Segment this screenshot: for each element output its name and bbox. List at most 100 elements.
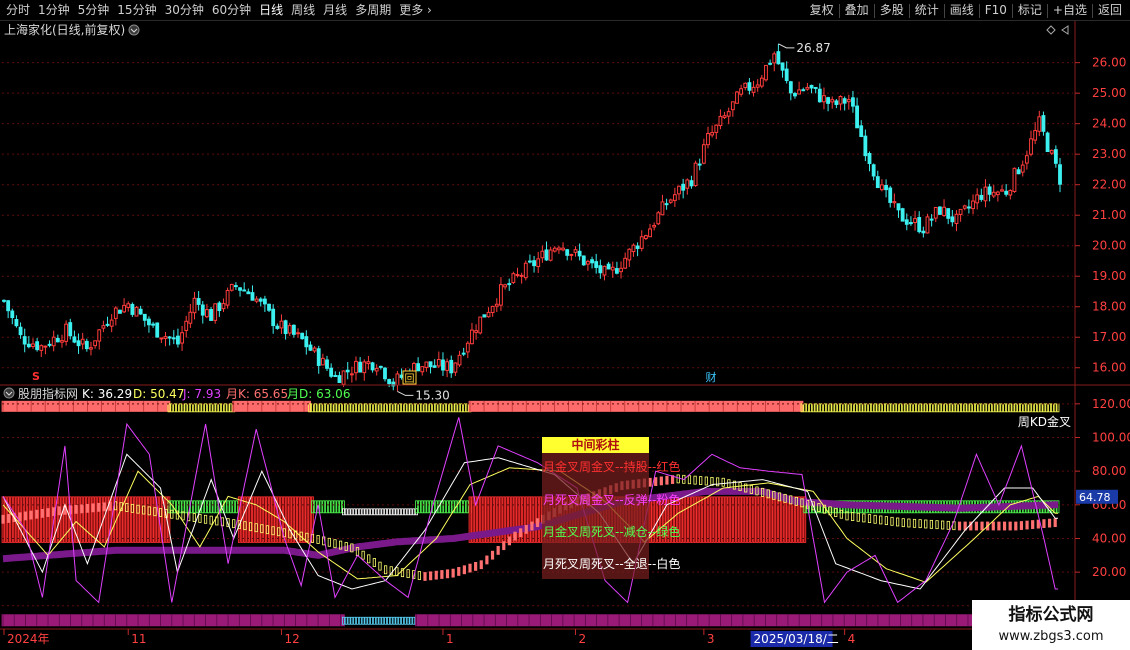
candle[interactable] — [84, 338, 89, 352]
candle[interactable] — [155, 322, 160, 338]
period-tab-9[interactable]: 多周期 — [351, 1, 395, 19]
candle[interactable] — [962, 204, 967, 211]
candle[interactable] — [759, 74, 764, 89]
candle[interactable] — [6, 300, 11, 319]
candle[interactable] — [540, 245, 545, 263]
candle[interactable] — [18, 322, 23, 339]
candle[interactable] — [652, 222, 657, 231]
candle[interactable] — [275, 323, 280, 330]
candle[interactable] — [958, 208, 963, 222]
candle[interactable] — [470, 322, 474, 345]
candle[interactable] — [933, 206, 938, 223]
candle[interactable] — [184, 315, 189, 338]
candle[interactable] — [511, 271, 516, 284]
candle[interactable] — [68, 318, 73, 340]
candle[interactable] — [22, 328, 27, 353]
candle[interactable] — [2, 299, 6, 303]
candle[interactable] — [93, 340, 98, 349]
candle[interactable] — [47, 340, 52, 348]
candle[interactable] — [681, 178, 686, 199]
candle[interactable] — [846, 94, 851, 110]
candle[interactable] — [291, 324, 296, 338]
candle[interactable] — [209, 306, 213, 321]
candle[interactable] — [627, 248, 632, 267]
candle[interactable] — [838, 95, 843, 111]
candle[interactable] — [552, 246, 557, 253]
candle[interactable] — [134, 305, 139, 317]
candle[interactable] — [374, 364, 379, 376]
candle[interactable] — [89, 341, 93, 356]
candle[interactable] — [51, 330, 56, 352]
candle[interactable] — [64, 320, 69, 346]
candle[interactable] — [113, 306, 118, 326]
candle[interactable] — [805, 83, 810, 91]
toolbar-button-7[interactable]: +自选 — [1049, 1, 1091, 19]
candle[interactable] — [788, 80, 793, 101]
candle[interactable] — [772, 51, 777, 72]
candle[interactable] — [494, 298, 499, 313]
candle[interactable] — [262, 295, 267, 312]
candle[interactable] — [946, 208, 951, 225]
candle[interactable] — [354, 356, 358, 381]
candle[interactable] — [664, 198, 669, 210]
candle[interactable] — [105, 316, 110, 327]
candle[interactable] — [888, 185, 893, 208]
candle[interactable] — [983, 179, 988, 208]
candle[interactable] — [395, 370, 400, 392]
candle[interactable] — [300, 332, 305, 340]
toolbar-button-0[interactable]: 复权 — [806, 1, 838, 19]
candle[interactable] — [436, 351, 441, 368]
candle[interactable] — [813, 86, 818, 94]
candle[interactable] — [267, 303, 271, 313]
candle[interactable] — [1008, 189, 1013, 200]
candle[interactable] — [349, 366, 354, 383]
candle[interactable] — [1045, 131, 1050, 152]
candle[interactable] — [490, 305, 495, 317]
toolbar-button-2[interactable]: 多股 — [876, 1, 908, 19]
candle[interactable] — [822, 87, 826, 110]
period-tab-4[interactable]: 30分钟 — [161, 1, 208, 19]
candle[interactable] — [242, 282, 247, 292]
period-tab-6[interactable]: 日线 — [255, 1, 287, 19]
candle[interactable] — [122, 298, 127, 314]
candle[interactable] — [31, 338, 35, 349]
candle[interactable] — [751, 80, 756, 97]
candle[interactable] — [279, 314, 284, 334]
candle[interactable] — [710, 125, 715, 138]
candle[interactable] — [867, 151, 872, 172]
toolbar-button-4[interactable]: 画线 — [946, 1, 978, 19]
candle[interactable] — [871, 163, 876, 181]
candle[interactable] — [287, 322, 292, 336]
candle[interactable] — [602, 265, 607, 281]
candle[interactable] — [39, 344, 44, 357]
candle[interactable] — [855, 97, 859, 129]
candle[interactable] — [180, 325, 184, 351]
candle[interactable] — [101, 320, 106, 333]
candle[interactable] — [830, 96, 835, 109]
candle[interactable] — [660, 194, 665, 216]
period-tab-2[interactable]: 5分钟 — [74, 1, 114, 19]
toolbar-button-5[interactable]: F10 — [981, 1, 1011, 19]
candle[interactable] — [544, 241, 549, 261]
candle[interactable] — [233, 282, 238, 290]
candle[interactable] — [590, 256, 594, 269]
candle[interactable] — [35, 337, 40, 352]
candle[interactable] — [441, 352, 445, 376]
candle[interactable] — [420, 366, 425, 376]
candle[interactable] — [701, 138, 706, 165]
candle[interactable] — [528, 254, 532, 264]
candle[interactable] — [205, 303, 209, 319]
candle[interactable] — [851, 90, 855, 113]
candle[interactable] — [320, 353, 325, 366]
candle[interactable] — [370, 361, 375, 373]
candle[interactable] — [623, 252, 628, 269]
candle[interactable] — [428, 361, 433, 374]
candle[interactable] — [1012, 167, 1017, 193]
candle[interactable] — [685, 178, 690, 195]
candle[interactable] — [747, 78, 752, 95]
candle[interactable] — [118, 309, 122, 314]
candle[interactable] — [225, 287, 230, 309]
candle[interactable] — [130, 302, 135, 317]
candle[interactable] — [726, 107, 731, 125]
candle[interactable] — [826, 96, 831, 112]
